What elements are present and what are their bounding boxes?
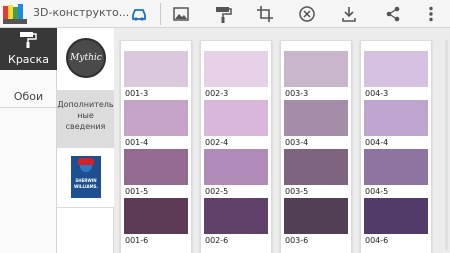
color-swatch[interactable]	[124, 149, 188, 185]
color-swatch[interactable]	[204, 100, 268, 136]
cancel-icon[interactable]	[297, 4, 317, 24]
scrollbar[interactable]	[445, 40, 448, 250]
swatch-code-label: 003-5	[285, 187, 309, 196]
download-icon[interactable]	[339, 4, 359, 24]
swatch-code-label: 004-3	[365, 89, 389, 98]
swatch-code-label: 002-6	[205, 236, 229, 245]
swatch-code-label: 001-5	[125, 187, 149, 196]
color-swatch[interactable]	[364, 100, 428, 136]
swatch-code-label: 004-6	[365, 236, 389, 245]
swatch-code-label: 002-5	[205, 187, 229, 196]
swatch-card: 001-3 001-4 001-5 001-6	[120, 40, 192, 253]
swatch-code-label: 001-3	[125, 89, 149, 98]
color-swatch[interactable]	[284, 149, 348, 185]
app-title: 3D-конструкто...	[33, 6, 130, 19]
swatch-code-label: 003-4	[285, 138, 309, 147]
swatch-code-label: 004-5	[365, 187, 389, 196]
crop-icon[interactable]	[255, 4, 275, 24]
app-window: 3D-конструкто... Краска Обои Mythic Допо…	[0, 0, 450, 253]
mythic-logo-text: Mythic	[70, 53, 102, 63]
swatch-grid: 001-3 001-4 001-5 001-6 002-3 002-4 002-5 002-6…	[114, 28, 450, 253]
swatch-code-label: 003-6	[285, 236, 309, 245]
more-info-label: Дополнитель ные сведения	[57, 100, 114, 131]
swatch-code-label: 002-3	[205, 89, 229, 98]
more-vert-icon[interactable]	[421, 4, 441, 24]
color-swatch[interactable]	[124, 51, 188, 87]
color-swatch[interactable]	[284, 51, 348, 87]
color-swatch[interactable]	[364, 149, 428, 185]
paint-drip-icon	[78, 158, 94, 165]
swatch-card: 002-3 002-4 002-5 002-6	[200, 40, 272, 253]
color-swatch[interactable]	[204, 51, 268, 87]
image-icon[interactable]	[171, 4, 191, 24]
tab-paint-label: Краска	[8, 53, 49, 66]
color-swatch[interactable]	[204, 198, 268, 234]
sherwin-williams-logo: SHERWIN WILLIAMS.	[71, 156, 101, 198]
color-swatch[interactable]	[364, 198, 428, 234]
color-swatch[interactable]	[124, 198, 188, 234]
swatch-code-label: 001-4	[125, 138, 149, 147]
brand-mythic[interactable]: Mythic	[57, 28, 114, 90]
paint-roller-icon	[19, 31, 38, 48]
color-swatch[interactable]	[204, 149, 268, 185]
tab-paint[interactable]: Краска	[0, 28, 57, 70]
toolbar-divider	[160, 3, 161, 25]
swatch-code-label: 002-4	[205, 138, 229, 147]
swatch-code-label: 003-3	[285, 89, 309, 98]
tab-wallpaper-label: Обои	[13, 90, 44, 103]
category-rail: Краска Обои	[0, 28, 57, 253]
share-icon[interactable]	[383, 4, 403, 24]
swatch-code-label: 004-4	[365, 138, 389, 147]
swatch-card: 003-3 003-4 003-5 003-6	[280, 40, 352, 253]
app-logo-icon[interactable]	[2, 3, 28, 25]
color-swatch[interactable]	[284, 100, 348, 136]
paint-roller-icon[interactable]	[213, 4, 233, 24]
color-swatch[interactable]	[364, 51, 428, 87]
brand-sherwin-williams[interactable]: SHERWIN WILLIAMS.	[57, 148, 114, 208]
car-icon[interactable]	[129, 4, 149, 24]
swatch-code-label: 001-6	[125, 236, 149, 245]
brand-more-info[interactable]: Дополнитель ные сведения	[57, 90, 114, 148]
mythic-logo: Mythic	[66, 38, 106, 78]
brand-list: Mythic Дополнитель ные сведения SHERWIN …	[57, 28, 114, 253]
tab-wallpaper[interactable]: Обои	[0, 70, 57, 108]
action-bar: 3D-конструкто...	[0, 0, 450, 28]
sherwin-logo-text-1: SHERWIN	[75, 178, 97, 183]
sherwin-logo-text-2: WILLIAMS.	[74, 184, 98, 189]
color-swatch[interactable]	[284, 198, 348, 234]
color-swatch[interactable]	[124, 100, 188, 136]
swatch-card: 004-3 004-4 004-5 004-6	[360, 40, 432, 253]
